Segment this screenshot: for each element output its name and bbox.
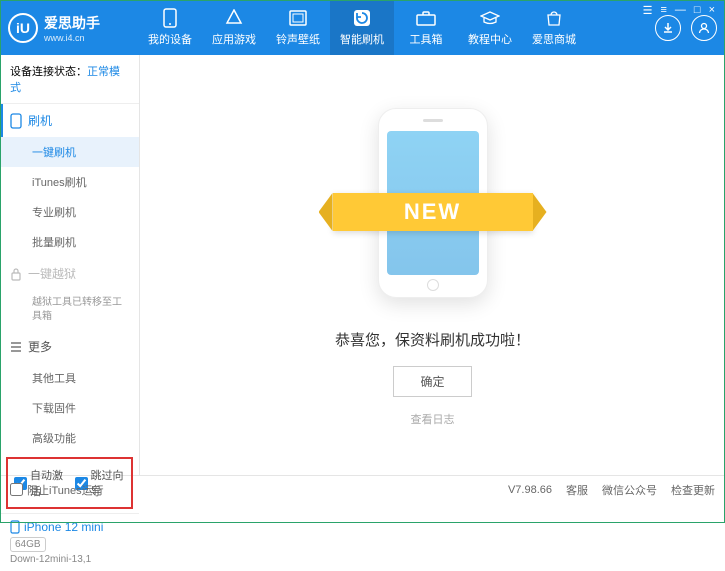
success-message: 恭喜您，保资料刷机成功啦！ bbox=[335, 329, 530, 350]
window-controls[interactable]: ☰ ≡ — □ × bbox=[643, 4, 715, 17]
nav-flash[interactable]: 智能刷机 bbox=[330, 0, 394, 55]
device-name: iPhone 12 mini bbox=[10, 520, 129, 534]
version-label: V7.98.66 bbox=[508, 484, 552, 496]
wallpaper-icon bbox=[288, 8, 308, 28]
ok-button[interactable]: 确定 bbox=[393, 366, 471, 397]
nav-label: 应用游戏 bbox=[212, 31, 256, 47]
view-log-link[interactable]: 查看日志 bbox=[411, 411, 455, 427]
app-title: 爱思助手 bbox=[44, 13, 100, 33]
sidebar-item-advanced[interactable]: 高级功能 bbox=[0, 423, 139, 453]
sidebar-item-oneclick[interactable]: 一键刷机 bbox=[0, 137, 139, 167]
group-label: 一键越狱 bbox=[28, 265, 76, 282]
nav-store[interactable]: 爱思商城 bbox=[522, 0, 586, 55]
phone-icon bbox=[10, 520, 20, 534]
nav-tutorials[interactable]: 教程中心 bbox=[458, 0, 522, 55]
nav-my-device[interactable]: 我的设备 bbox=[138, 0, 202, 55]
group-label: 更多 bbox=[28, 338, 52, 355]
apps-icon bbox=[224, 8, 244, 28]
nav-ringtones[interactable]: 铃声壁纸 bbox=[266, 0, 330, 55]
download-button[interactable] bbox=[655, 15, 681, 41]
nav-apps[interactable]: 应用游戏 bbox=[202, 0, 266, 55]
top-nav: 我的设备 应用游戏 铃声壁纸 智能刷机 工具箱 教程中心 爱思商城 bbox=[138, 0, 655, 55]
toolbox-icon bbox=[416, 8, 436, 28]
wechat-link[interactable]: 微信公众号 bbox=[602, 482, 657, 498]
nav-label: 我的设备 bbox=[148, 31, 192, 47]
nav-label: 智能刷机 bbox=[340, 31, 384, 47]
sidebar-item-itunes[interactable]: iTunes刷机 bbox=[0, 167, 139, 197]
checkbox-input[interactable] bbox=[10, 483, 23, 496]
lock-icon[interactable]: ≡ bbox=[660, 4, 666, 17]
app-header: iU 爱思助手 www.i4.cn 我的设备 应用游戏 铃声壁纸 智能刷机 工具… bbox=[0, 0, 725, 55]
nav-label: 工具箱 bbox=[410, 31, 443, 47]
nav-label: 教程中心 bbox=[468, 31, 512, 47]
logo-area: iU 爱思助手 www.i4.cn bbox=[8, 13, 138, 43]
minimize-icon[interactable]: — bbox=[675, 4, 686, 17]
phone-icon bbox=[160, 8, 180, 28]
menu-icon[interactable]: ☰ bbox=[643, 4, 653, 17]
sidebar: 设备连接状态：正常模式 刷机 一键刷机 iTunes刷机 专业刷机 批量刷机 一… bbox=[0, 55, 140, 475]
new-ribbon: NEW bbox=[333, 193, 533, 231]
graduation-icon bbox=[480, 8, 500, 28]
refresh-icon bbox=[352, 8, 372, 28]
main-content: NEW 恭喜您，保资料刷机成功啦！ 确定 查看日志 bbox=[140, 55, 725, 475]
nav-label: 爱思商城 bbox=[532, 31, 576, 47]
lock-icon bbox=[10, 267, 22, 281]
group-label: 刷机 bbox=[28, 112, 52, 129]
device-capacity: 64GB bbox=[10, 537, 46, 552]
device-block[interactable]: iPhone 12 mini 64GB Down-12mini-13,1 bbox=[0, 513, 139, 571]
sidebar-item-pro[interactable]: 专业刷机 bbox=[0, 197, 139, 227]
phone-icon bbox=[10, 113, 22, 129]
conn-label: 设备连接状态： bbox=[10, 66, 87, 78]
jailbreak-note: 越狱工具已转移至工具箱 bbox=[0, 290, 139, 330]
sidebar-item-batch[interactable]: 批量刷机 bbox=[0, 227, 139, 257]
update-link[interactable]: 检查更新 bbox=[671, 482, 715, 498]
close-icon[interactable]: × bbox=[709, 4, 715, 17]
list-icon bbox=[10, 341, 22, 353]
sidebar-group-jailbreak[interactable]: 一键越狱 bbox=[0, 257, 139, 290]
sidebar-item-other[interactable]: 其他工具 bbox=[0, 363, 139, 393]
checkbox-block-itunes[interactable]: 阻止iTunes运行 bbox=[10, 482, 104, 498]
device-sub: Down-12mini-13,1 bbox=[10, 554, 129, 565]
logo-icon: iU bbox=[8, 13, 38, 43]
sidebar-group-more[interactable]: 更多 bbox=[0, 330, 139, 363]
maximize-icon[interactable]: □ bbox=[694, 4, 701, 17]
success-illustration: NEW bbox=[353, 103, 513, 303]
nav-toolbox[interactable]: 工具箱 bbox=[394, 0, 458, 55]
sidebar-group-flash[interactable]: 刷机 bbox=[0, 104, 139, 137]
nav-label: 铃声壁纸 bbox=[276, 31, 320, 47]
user-button[interactable] bbox=[691, 15, 717, 41]
support-link[interactable]: 客服 bbox=[566, 482, 588, 498]
app-url: www.i4.cn bbox=[44, 33, 100, 43]
store-icon bbox=[544, 8, 564, 28]
sidebar-item-firmware[interactable]: 下载固件 bbox=[0, 393, 139, 423]
connection-status: 设备连接状态：正常模式 bbox=[0, 55, 139, 104]
